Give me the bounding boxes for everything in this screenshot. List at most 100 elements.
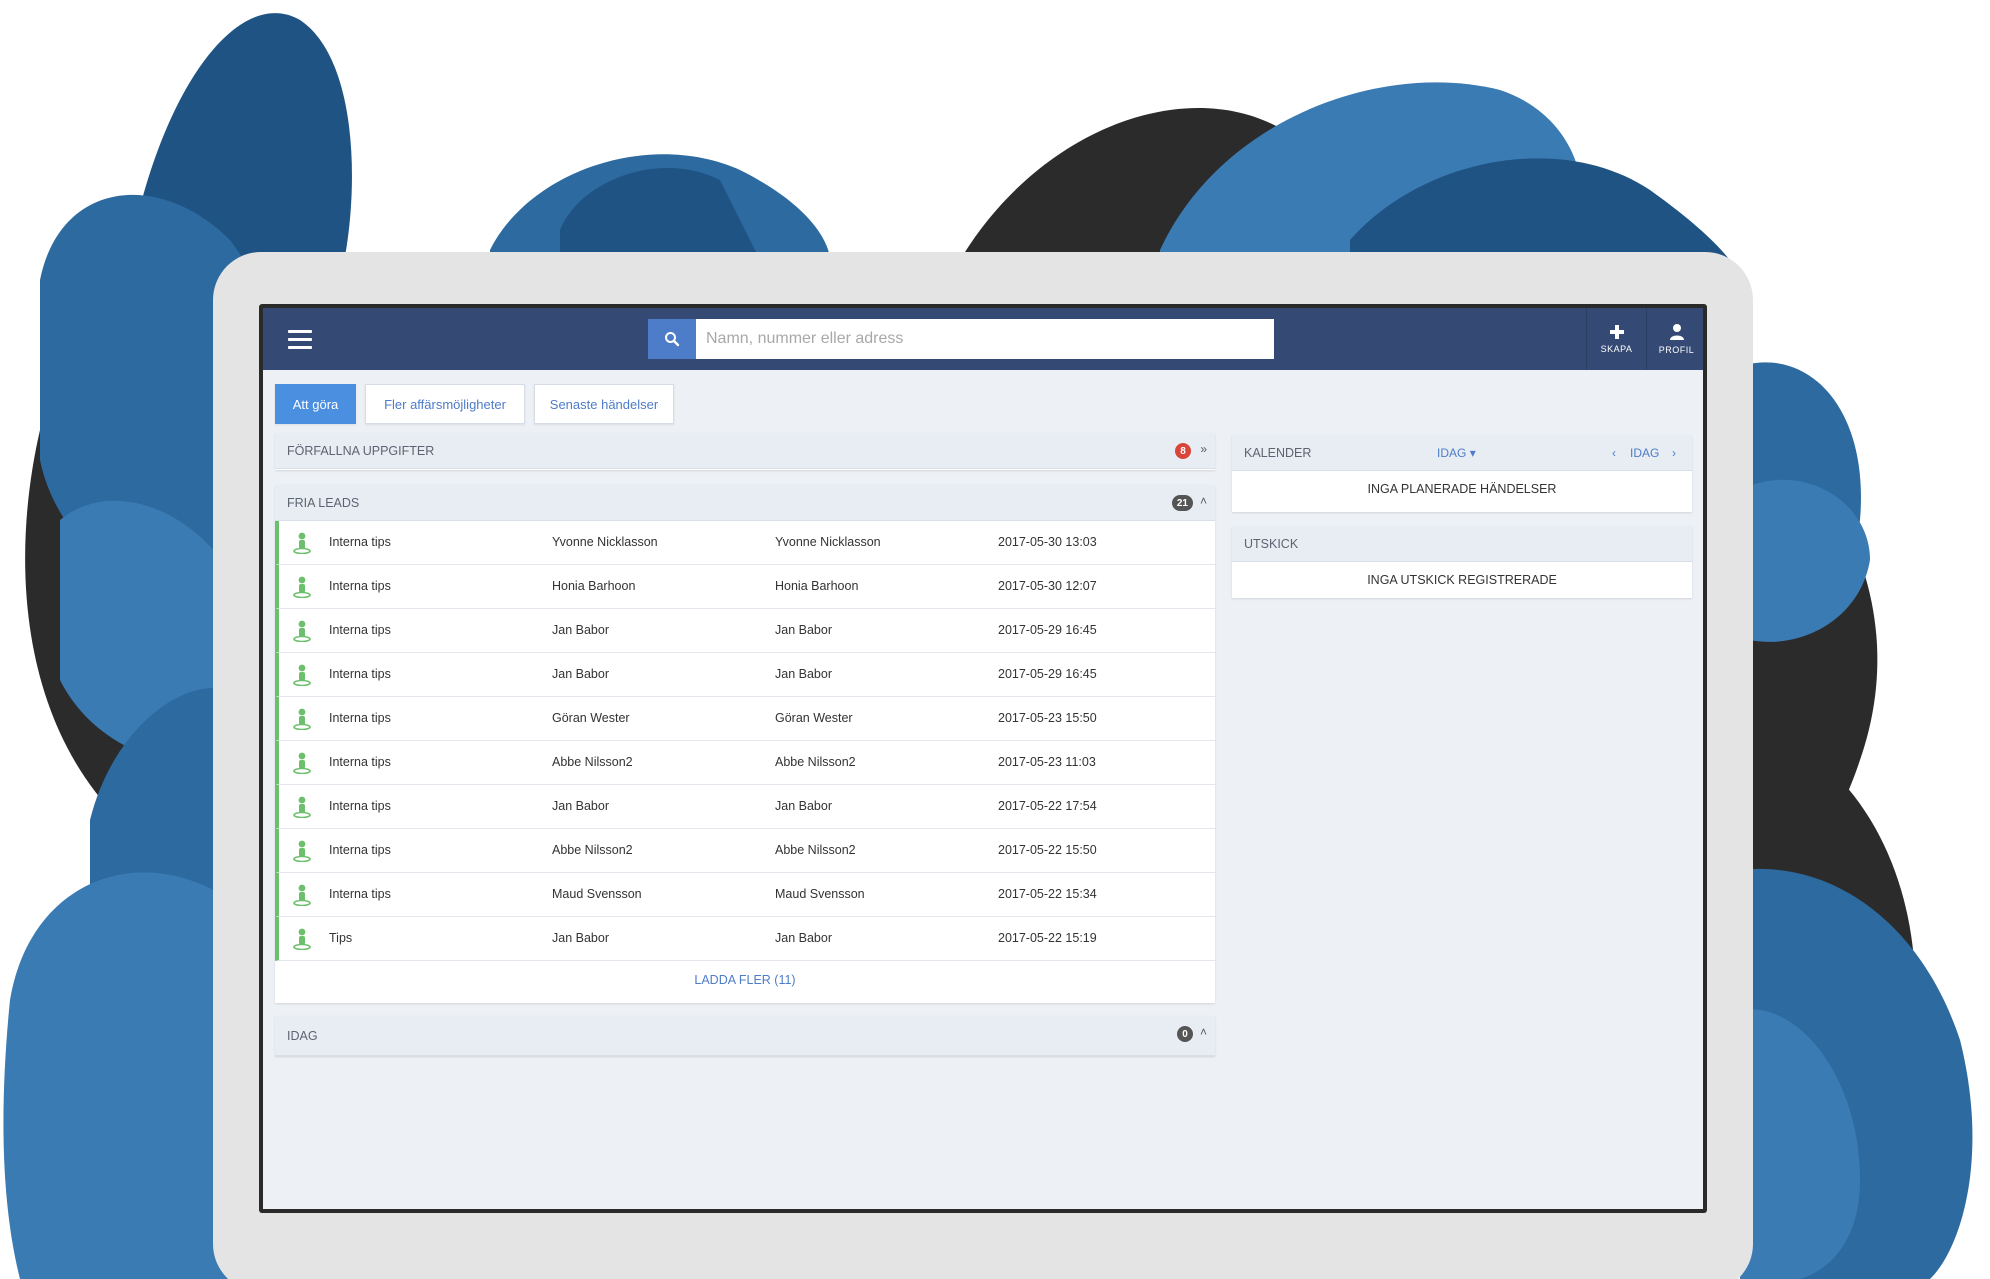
double-chevron-down-icon[interactable]: » [1200, 442, 1207, 456]
lead-name: Jan Babor [552, 667, 609, 681]
double-chevron-up-icon[interactable]: ˄ [1200, 494, 1207, 508]
calendar-empty-text: INGA PLANERADE HÄNDELSER [1367, 482, 1557, 496]
lead-name: Jan Babor [552, 623, 609, 637]
lead-date: 2017-05-23 15:50 [998, 711, 1097, 725]
chevron-right-icon[interactable]: › [1672, 446, 1676, 460]
table-row[interactable]: Tips Jan Babor Jan Babor 2017-05-22 15:19 [275, 917, 1215, 961]
calendar-today-button[interactable]: IDAG [1630, 446, 1659, 460]
lead-source: Interna tips [329, 623, 391, 637]
lead-contact: Abbe Nilsson2 [775, 755, 856, 769]
table-row[interactable]: Interna tips Jan Babor Jan Babor 2017-05-29… [275, 609, 1215, 653]
mailings-empty-text: INGA UTSKICK REGISTRERADE [1367, 573, 1557, 587]
chevron-left-icon[interactable]: ‹ [1612, 446, 1616, 460]
lead-name: Yvonne Nicklasson [552, 535, 658, 549]
calendar-view-dropdown[interactable]: IDAG ▾ [1437, 446, 1476, 460]
lead-name: Abbe Nilsson2 [552, 755, 633, 769]
lead-source: Interna tips [329, 887, 391, 901]
person-lead-icon [293, 664, 311, 689]
lead-name: Honia Barhoon [552, 579, 636, 593]
calendar-view-label: IDAG [1437, 446, 1467, 460]
person-lead-icon [293, 796, 311, 821]
hamburger-icon[interactable] [288, 330, 312, 350]
tab-more-opportunities[interactable]: Fler affärsmöjligheter [365, 384, 525, 424]
tab-latest-events[interactable]: Senaste händelser [534, 384, 674, 424]
table-row[interactable]: Interna tips Abbe Nilsson2 Abbe Nilsson2 20… [275, 741, 1215, 785]
calendar-title: KALENDER [1244, 445, 1312, 460]
today-header[interactable]: IDAG 0 ˄ [275, 1016, 1215, 1056]
lead-date: 2017-05-29 16:45 [998, 623, 1097, 637]
calendar-header: KALENDER IDAG ▾ ‹ IDAG › [1232, 435, 1692, 471]
lead-source: Interna tips [329, 755, 391, 769]
free-leads-header[interactable]: FRIA LEADS 21 ˄ [275, 485, 1215, 521]
search-button[interactable] [648, 319, 696, 359]
lead-contact: Abbe Nilsson2 [775, 843, 856, 857]
mailings-header: UTSKICK [1232, 526, 1692, 562]
overdue-tasks-header[interactable]: FÖRFALLNA UPPGIFTER 8 » [275, 433, 1215, 469]
create-button-label: SKAPA [1600, 344, 1633, 354]
profile-button[interactable]: PROFIL [1646, 308, 1703, 370]
table-row[interactable]: Interna tips Jan Babor Jan Babor 2017-05-29… [275, 653, 1215, 697]
lead-source: Interna tips [329, 799, 391, 813]
lead-date: 2017-05-22 15:50 [998, 843, 1097, 857]
free-leads-list: Interna tips Yvonne Nicklasson Yvonne Nick… [275, 521, 1215, 961]
tab-todo[interactable]: Att göra [275, 384, 356, 424]
overdue-tasks-panel: FÖRFALLNA UPPGIFTER 8 » [275, 433, 1215, 470]
plus-icon [1609, 325, 1624, 339]
lead-contact: Jan Babor [775, 623, 832, 637]
create-button[interactable]: SKAPA [1586, 308, 1646, 370]
lead-date: 2017-05-22 15:34 [998, 887, 1097, 901]
lead-date: 2017-05-22 15:19 [998, 931, 1097, 945]
lead-name: Abbe Nilsson2 [552, 843, 633, 857]
lead-contact: Jan Babor [775, 799, 832, 813]
overdue-tasks-title: FÖRFALLNA UPPGIFTER [287, 443, 435, 458]
lead-date: 2017-05-23 11:03 [998, 755, 1096, 769]
load-more-button[interactable]: LADDA FLER (11) [275, 961, 1215, 999]
table-row[interactable]: Interna tips Honia Barhoon Honia Barhoon 20… [275, 565, 1215, 609]
overdue-count-badge: 8 [1175, 443, 1191, 459]
today-panel: IDAG 0 ˄ [275, 1016, 1215, 1056]
today-title: IDAG [287, 1028, 318, 1043]
table-row[interactable]: Interna tips Göran Wester Göran Wester 2017… [275, 697, 1215, 741]
lead-source: Interna tips [329, 667, 391, 681]
lead-name: Göran Wester [552, 711, 630, 725]
lead-contact: Jan Babor [775, 931, 832, 945]
lead-source: Interna tips [329, 535, 391, 549]
person-lead-icon [293, 752, 311, 777]
lead-contact: Göran Wester [775, 711, 853, 725]
person-lead-icon [293, 576, 311, 601]
today-count-badge: 0 [1177, 1026, 1193, 1042]
table-row[interactable]: Interna tips Maud Svensson Maud Svensson 20… [275, 873, 1215, 917]
lead-date: 2017-05-30 13:03 [998, 535, 1097, 549]
lead-contact: Yvonne Nicklasson [775, 535, 881, 549]
lead-source: Tips [329, 931, 353, 945]
lead-name: Jan Babor [552, 931, 609, 945]
search-input[interactable] [696, 319, 1274, 359]
table-row[interactable]: Interna tips Abbe Nilsson2 Abbe Nilsson2 20… [275, 829, 1215, 873]
top-navigation-bar: SKAPA PROFIL [263, 308, 1703, 370]
lead-date: 2017-05-29 16:45 [998, 667, 1097, 681]
lead-source: Interna tips [329, 843, 391, 857]
profile-button-label: PROFIL [1658, 345, 1695, 355]
table-row[interactable]: Interna tips Yvonne Nicklasson Yvonne Nick… [275, 521, 1215, 565]
lead-date: 2017-05-30 12:07 [998, 579, 1097, 593]
person-lead-icon [293, 620, 311, 645]
caret-down-icon: ▾ [1469, 446, 1476, 460]
mailings-panel: UTSKICK INGA UTSKICK REGISTRERADE [1232, 526, 1692, 598]
laptop-screen: SKAPA PROFIL Att göra Fler affärsmöjligh… [259, 304, 1707, 1213]
lead-source: Interna tips [329, 579, 391, 593]
person-lead-icon [293, 532, 311, 557]
mailings-title: UTSKICK [1244, 536, 1299, 551]
table-row[interactable]: Interna tips Jan Babor Jan Babor 2017-05-22… [275, 785, 1215, 829]
lead-date: 2017-05-22 17:54 [998, 799, 1097, 813]
double-chevron-up-icon[interactable]: ˄ [1200, 1025, 1207, 1039]
lead-name: Maud Svensson [552, 887, 642, 901]
lead-contact: Honia Barhoon [775, 579, 859, 593]
marketing-stage: SKAPA PROFIL Att göra Fler affärsmöjligh… [0, 0, 1990, 1279]
free-leads-title: FRIA LEADS [287, 495, 360, 510]
lead-name: Jan Babor [552, 799, 609, 813]
crm-app: SKAPA PROFIL Att göra Fler affärsmöjligh… [263, 308, 1703, 1209]
lead-contact: Jan Babor [775, 667, 832, 681]
person-lead-icon [293, 928, 311, 953]
free-leads-panel: FRIA LEADS 21 ˄ Interna tips Yvonne Nickl… [275, 485, 1215, 1003]
person-lead-icon [293, 708, 311, 733]
